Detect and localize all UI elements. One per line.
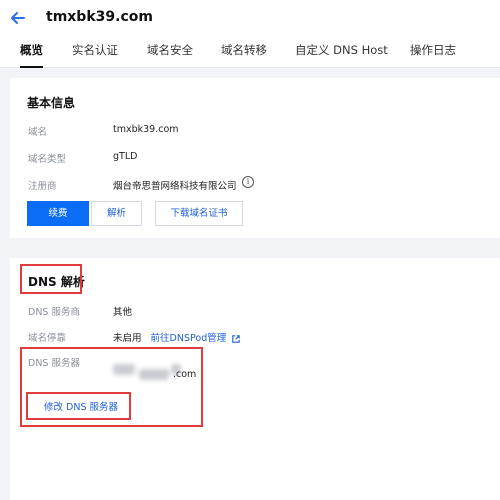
resolve-button[interactable]: 解析 [91, 201, 142, 226]
tab-domain-security[interactable]: 域名安全 [147, 42, 193, 68]
dns-provider-label: DNS 服务商 [28, 307, 80, 318]
dns-card: DNS 解析 DNS 服务商 其他 域名停靠 未启用 前往DNSPod管理 DN… [10, 258, 500, 500]
page-header: tmxbk39.com 概览 实名认证 域名安全 域名转移 自定义 DNS Ho… [0, 0, 500, 68]
domain-name-label: 域名 [28, 127, 48, 138]
tab-operation-log[interactable]: 操作日志 [410, 42, 456, 68]
dns-servers-label: DNS 服务器 [28, 358, 80, 369]
page-title: tmxbk39.com [46, 9, 153, 25]
dns-provider-value: 其他 [113, 307, 133, 318]
basic-info-title: 基本信息 [27, 96, 76, 110]
tab-overview[interactable]: 概览 [20, 42, 43, 68]
modify-dns-button[interactable]: 修改 DNS 服务器 [44, 399, 118, 413]
domain-parking-value: 未启用 [113, 333, 142, 344]
dnspod-link[interactable]: 前往DNSPod管理 [151, 333, 227, 344]
registrar-value: 烟台帝思普网络科技有限公司 [113, 181, 237, 192]
tab-custom-dns-host[interactable]: 自定义 DNS Host [295, 42, 388, 68]
dns-title: DNS 解析 [28, 275, 85, 289]
tab-domain-transfer[interactable]: 域名转移 [221, 42, 267, 68]
domain-name-value: tmxbk39.com [113, 124, 179, 135]
domain-parking-row: 未启用 前往DNSPod管理 [113, 330, 241, 344]
arrow-left-icon[interactable] [8, 8, 28, 28]
renew-button[interactable]: 续费 [27, 201, 89, 226]
domain-type-value: gTLD [113, 151, 138, 162]
info-circle-icon[interactable]: i [242, 176, 254, 188]
tab-real-name[interactable]: 实名认证 [72, 42, 118, 68]
external-link-icon[interactable] [232, 334, 241, 343]
dns-server-value: .com [173, 369, 197, 380]
basic-info-card: 基本信息 域名 tmxbk39.com 域名类型 gTLD 注册商 烟台帝思普网… [10, 78, 500, 238]
registrar-label: 注册商 [28, 181, 57, 192]
domain-type-label: 域名类型 [28, 154, 67, 165]
domain-parking-label: 域名停靠 [28, 333, 67, 344]
download-cert-button[interactable]: 下载域名证书 [155, 201, 243, 226]
